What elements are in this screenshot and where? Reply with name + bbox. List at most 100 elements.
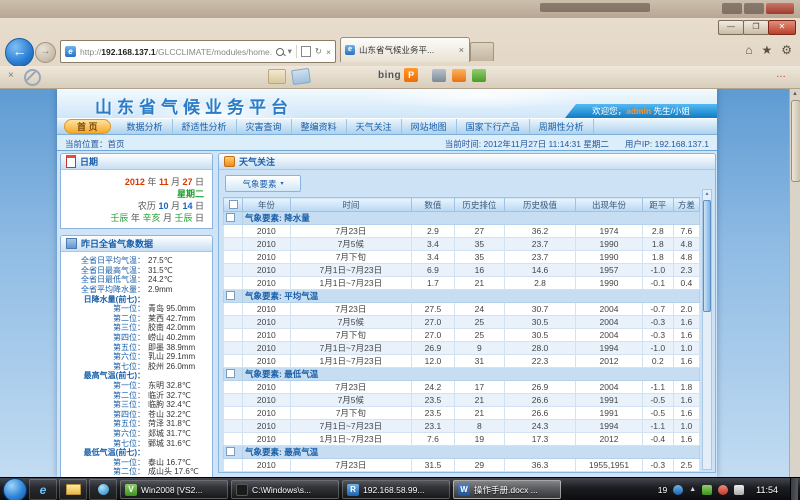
- group-checkbox[interactable]: [226, 213, 235, 222]
- table-scrollbar[interactable]: ▲: [702, 189, 712, 470]
- taskbar-button[interactable]: V Win2008 [VS2...: [120, 480, 228, 499]
- scroll-up-icon[interactable]: ▲: [790, 89, 800, 99]
- stop-icon[interactable]: ×: [326, 47, 331, 57]
- table-cell: 31: [454, 355, 504, 368]
- table-cell: 2010: [243, 420, 291, 433]
- table-row[interactable]: 20107月1日~7月23日26.9928.01994-1.01.0: [224, 342, 700, 355]
- home-icon[interactable]: ⌂: [745, 40, 752, 60]
- table-row[interactable]: 20107月下旬23.52126.61991-0.51.6: [224, 407, 700, 420]
- address-dropdown-icon[interactable]: ▾: [288, 46, 292, 57]
- table-cell: 1990: [576, 277, 643, 290]
- start-button[interactable]: [3, 478, 27, 500]
- favorites-star-icon[interactable]: ★: [761, 40, 772, 60]
- tab-close-icon[interactable]: ×: [454, 45, 469, 55]
- nav-item[interactable]: 灾害查询▾: [237, 119, 292, 134]
- select-all-checkbox[interactable]: [229, 200, 238, 209]
- background-maximize-button[interactable]: [744, 3, 764, 14]
- nav-item[interactable]: 国家下行产品▾: [457, 119, 530, 134]
- tray-chevron-icon[interactable]: ▲: [689, 486, 696, 493]
- search-icon[interactable]: [276, 48, 284, 56]
- table-cell: 0.2: [642, 355, 673, 368]
- table-cell: 4.8: [673, 251, 699, 264]
- group-checkbox[interactable]: [226, 291, 235, 300]
- table-row[interactable]: 20107月23日27.52430.72004-0.72.0: [224, 303, 700, 316]
- nav-item[interactable]: 天气关注▾: [347, 119, 402, 134]
- table-cell: 23.1: [412, 420, 455, 433]
- volume-icon[interactable]: [734, 485, 744, 495]
- welcome-banner: 欢迎您，admin 先生/小姐: [565, 104, 717, 118]
- group-checkbox[interactable]: [226, 447, 235, 456]
- nav-item[interactable]: 舒适性分析▾: [173, 119, 237, 134]
- more-options-icon[interactable]: …: [776, 69, 788, 80]
- maximize-button[interactable]: ❐: [743, 20, 769, 35]
- show-desktop-button[interactable]: [790, 478, 798, 500]
- table-row[interactable]: 20107月23日2.92736.219742.87.6: [224, 225, 700, 238]
- address-bar[interactable]: e http://192.168.137.1/GLCCLIMATE/module…: [60, 40, 336, 63]
- table-row[interactable]: 20107月5候31.42535.31951-0.31.9: [224, 472, 700, 474]
- table-row[interactable]: 20107月5候23.52126.61991-0.51.6: [224, 394, 700, 407]
- url-text[interactable]: http://192.168.137.1/GLCCLIMATE/modules/…: [80, 47, 272, 57]
- background-close-button[interactable]: [766, 3, 794, 14]
- table-row[interactable]: 20107月5候3.43523.719901.84.8: [224, 238, 700, 251]
- taskbar-button[interactable]: W 操作手册.docx ...: [453, 480, 561, 499]
- group-row[interactable]: 气象要素: 最高气温: [224, 446, 700, 459]
- bing-search-icon[interactable]: P: [404, 68, 418, 82]
- nav-item[interactable]: 周期性分析▾: [530, 119, 594, 134]
- minimize-button[interactable]: —: [718, 20, 744, 35]
- table-cell: 1994: [576, 342, 643, 355]
- notification-icon[interactable]: [718, 485, 728, 495]
- refresh-icon[interactable]: ↻: [315, 46, 322, 57]
- clock[interactable]: 11:54: [750, 485, 784, 495]
- nav-item[interactable]: 数据分析▾: [118, 119, 173, 134]
- group-row[interactable]: 气象要素: 最低气温: [224, 368, 700, 381]
- mail-icon[interactable]: [268, 69, 286, 84]
- ganzhi-date: 壬辰 年 辛亥 月 壬辰 日: [61, 212, 204, 224]
- camera-icon[interactable]: [432, 69, 446, 82]
- plugin-icon[interactable]: [472, 69, 486, 82]
- scroll-up-icon[interactable]: ▲: [703, 190, 711, 199]
- security-icon[interactable]: [702, 485, 712, 495]
- table-row[interactable]: 20101月1日~7月23日12.03122.320120.21.6: [224, 355, 700, 368]
- nav-item[interactable]: 网站地图▾: [402, 119, 457, 134]
- tray-app-icon[interactable]: [673, 485, 683, 495]
- element-dropdown-button[interactable]: 气象要素▾: [225, 175, 301, 192]
- nav-item[interactable]: 首 页▾: [64, 119, 111, 134]
- quick-launch-explorer[interactable]: [59, 479, 87, 500]
- toolbar-close-icon[interactable]: ×: [8, 70, 14, 81]
- card-icon[interactable]: [291, 68, 311, 85]
- scrollbar-thumb[interactable]: [703, 200, 711, 312]
- scrollbar-thumb[interactable]: [791, 100, 800, 182]
- table-cell: 29: [454, 459, 504, 472]
- new-tab-button[interactable]: [470, 42, 494, 61]
- table-cell: -1.1: [642, 420, 673, 433]
- table-row[interactable]: 20101月1日~7月23日7.61917.32012-0.41.6: [224, 433, 700, 446]
- table-row[interactable]: 20107月下旬3.43523.719901.84.8: [224, 251, 700, 264]
- quick-launch-ie[interactable]: e: [29, 479, 57, 500]
- table-row[interactable]: 20107月1日~7月23日23.1824.31994-1.11.0: [224, 420, 700, 433]
- browser-scrollbar[interactable]: ▲: [789, 89, 800, 477]
- compatibility-view-icon[interactable]: [301, 46, 311, 57]
- taskbar-button[interactable]: C:\Windows\s...: [231, 480, 339, 499]
- table-row[interactable]: 20107月23日24.21726.92004-1.11.8: [224, 381, 700, 394]
- table-row[interactable]: 20101月1日~7月23日1.7212.81990-0.10.4: [224, 277, 700, 290]
- tools-gear-icon[interactable]: ⚙: [781, 40, 792, 60]
- table-row[interactable]: 20107月23日31.52936.31955,1951-0.32.5: [224, 459, 700, 472]
- forward-button[interactable]: →: [35, 42, 56, 63]
- back-button[interactable]: ←: [5, 38, 34, 67]
- nav-item[interactable]: 整编资料▾: [292, 119, 347, 134]
- taskbar-button[interactable]: R 192.168.58.99...: [342, 480, 450, 499]
- background-minimize-button[interactable]: [722, 3, 742, 14]
- group-checkbox[interactable]: [226, 369, 235, 378]
- bing-search-widget[interactable]: bing P: [378, 68, 418, 82]
- table-cell: 2010: [243, 251, 291, 264]
- group-row[interactable]: 气象要素: 降水量: [224, 212, 700, 225]
- table-cell: 21: [454, 394, 504, 407]
- group-row[interactable]: 气象要素: 平均气温: [224, 290, 700, 303]
- browser-tab[interactable]: e 山东省气候业务平... ×: [340, 37, 470, 62]
- table-row[interactable]: 20107月下旬27.02530.52004-0.31.6: [224, 329, 700, 342]
- table-row[interactable]: 20107月1日~7月23日6.91614.61957-1.02.3: [224, 264, 700, 277]
- table-row[interactable]: 20107月5候27.02530.52004-0.31.6: [224, 316, 700, 329]
- messenger-icon[interactable]: [452, 69, 466, 82]
- close-button[interactable]: ✕: [768, 20, 796, 35]
- quick-launch-media[interactable]: [89, 479, 117, 500]
